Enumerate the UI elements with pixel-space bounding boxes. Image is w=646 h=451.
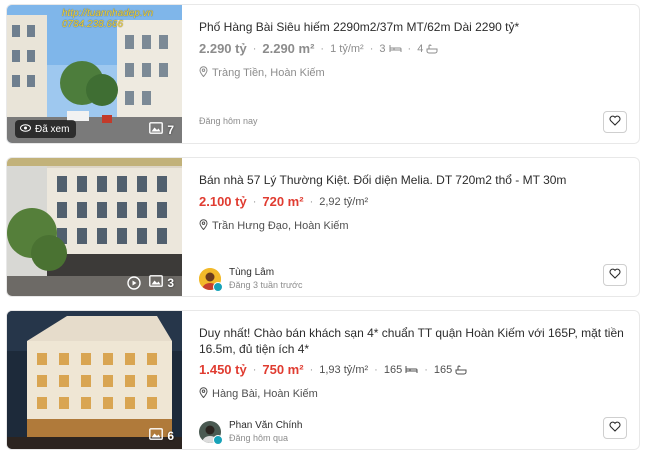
listing-title[interactable]: Duy nhất! Chào bán khách sạn 4* chuẩn TT… (199, 325, 627, 357)
save-button[interactable] (603, 111, 627, 133)
heart-icon (609, 266, 621, 284)
bedrooms: 165 (383, 363, 403, 376)
verified-badge-icon (213, 281, 223, 292)
price-per-m2: 1 tỷ/m² (330, 42, 364, 55)
image-count: 6 (149, 428, 174, 443)
price: 2.290 tỷ (199, 41, 247, 56)
agent-info[interactable]: Phan Văn Chính Đăng hôm qua (199, 420, 303, 445)
bathrooms: 165 (433, 363, 453, 376)
location-pin-icon (199, 66, 208, 80)
image-count: 3 (127, 275, 174, 290)
bedrooms: 3 (379, 42, 386, 55)
agent-name: Phan Văn Chính (229, 420, 303, 431)
location-pin-icon (199, 387, 208, 401)
area: 750 m² (262, 362, 304, 377)
agent-info[interactable]: Tùng Lâm Đăng 3 tuần trước (199, 267, 303, 292)
separator-dot: · (309, 363, 314, 376)
separator-dot: · (407, 42, 412, 55)
price-per-m2: 2,92 tỷ/m² (319, 195, 369, 208)
separator-dot: · (374, 363, 378, 376)
eye-icon (20, 123, 31, 135)
listing-card[interactable]: 6 Duy nhất! Chào bán khách sạn 4* chuẩn … (6, 310, 640, 450)
listing-body: Phố Hàng Bài Siêu hiếm 2290m2/37m MT/62m… (199, 5, 627, 143)
watermark-text: http://tuannhadep.vn 0784.238.666 (62, 8, 154, 30)
bathtub-icon (455, 365, 467, 375)
listing-list: http://tuannhadep.vn 0784.238.666 Đã xem… (0, 0, 646, 451)
heart-icon (609, 113, 621, 131)
listing-location: Trần Hưng Đạo, Hoàn Kiếm (199, 219, 349, 233)
price: 1.450 tỷ (199, 362, 247, 377)
avatar (199, 267, 223, 292)
location-label: Tràng Tiền, Hoàn Kiếm (212, 67, 325, 79)
listing-body: Bán nhà 57 Lý Thường Kiệt. Đối diện Meli… (199, 158, 627, 296)
location-label: Trần Hưng Đạo, Hoàn Kiếm (212, 220, 349, 232)
location-label: Hàng Bài, Hoàn Kiếm (212, 388, 318, 400)
listing-title[interactable]: Bán nhà 57 Lý Thường Kiệt. Đối diện Meli… (199, 172, 627, 188)
play-icon (127, 275, 142, 290)
bed-icon (389, 44, 402, 53)
seen-label: Đã xem (35, 123, 70, 135)
save-button[interactable] (603, 264, 627, 286)
image-count-label: 3 (167, 275, 174, 290)
area: 720 m² (262, 194, 304, 209)
image-icon (149, 428, 164, 443)
area: 2.290 m² (262, 41, 315, 56)
separator-dot: · (309, 195, 314, 208)
image-count-label: 6 (167, 428, 174, 443)
separator-dot: · (369, 42, 374, 55)
posted-time: Đăng 3 tuần trước (229, 280, 303, 290)
image-count-label: 7 (167, 122, 174, 137)
price: 2.100 tỷ (199, 194, 247, 209)
save-button[interactable] (603, 417, 627, 439)
posted-time: Đăng hôm qua (229, 433, 289, 443)
separator-dot: · (320, 42, 325, 55)
listing-card[interactable]: 3 Bán nhà 57 Lý Thường Kiệt. Đối diện Me… (6, 157, 640, 297)
image-count: 7 (149, 122, 174, 137)
verified-badge-icon (213, 434, 223, 445)
listing-location: Hàng Bài, Hoàn Kiếm (199, 387, 318, 401)
bathrooms: 4 (417, 42, 424, 55)
bathtub-icon (426, 44, 438, 54)
image-icon (149, 122, 164, 137)
separator-dot: · (252, 195, 257, 208)
listing-body: Duy nhất! Chào bán khách sạn 4* chuẩn TT… (199, 311, 627, 449)
listing-title[interactable]: Phố Hàng Bài Siêu hiếm 2290m2/37m MT/62m… (199, 19, 627, 35)
price-per-m2: 1,93 tỷ/m² (319, 363, 369, 376)
separator-dot: · (252, 42, 257, 55)
listing-meta: 2.290 tỷ · 2.290 m² · 1 tỷ/m² · 3 · 4 (199, 41, 438, 56)
location-pin-icon (199, 219, 208, 233)
listing-thumbnail[interactable]: 6 (7, 311, 182, 449)
listing-location: Tràng Tiền, Hoàn Kiếm (199, 66, 325, 80)
listing-thumbnail[interactable]: http://tuannhadep.vn 0784.238.666 Đã xem… (7, 5, 182, 143)
listing-meta: 2.100 tỷ · 720 m² · 2,92 tỷ/m² (199, 194, 368, 209)
bed-icon (405, 365, 418, 374)
avatar (199, 420, 223, 445)
agent-name: Tùng Lâm (229, 267, 275, 278)
listing-card[interactable]: http://tuannhadep.vn 0784.238.666 Đã xem… (6, 4, 640, 144)
posted-time: Đăng hôm nay (199, 116, 258, 126)
image-icon (149, 275, 164, 290)
separator-dot: · (424, 363, 428, 376)
listing-thumbnail[interactable]: 3 (7, 158, 182, 296)
seen-badge: Đã xem (15, 120, 77, 138)
heart-icon (609, 419, 621, 437)
separator-dot: · (252, 363, 257, 376)
listing-meta: 1.450 tỷ · 750 m² · 1,93 tỷ/m² · 165 · 1… (199, 362, 467, 377)
